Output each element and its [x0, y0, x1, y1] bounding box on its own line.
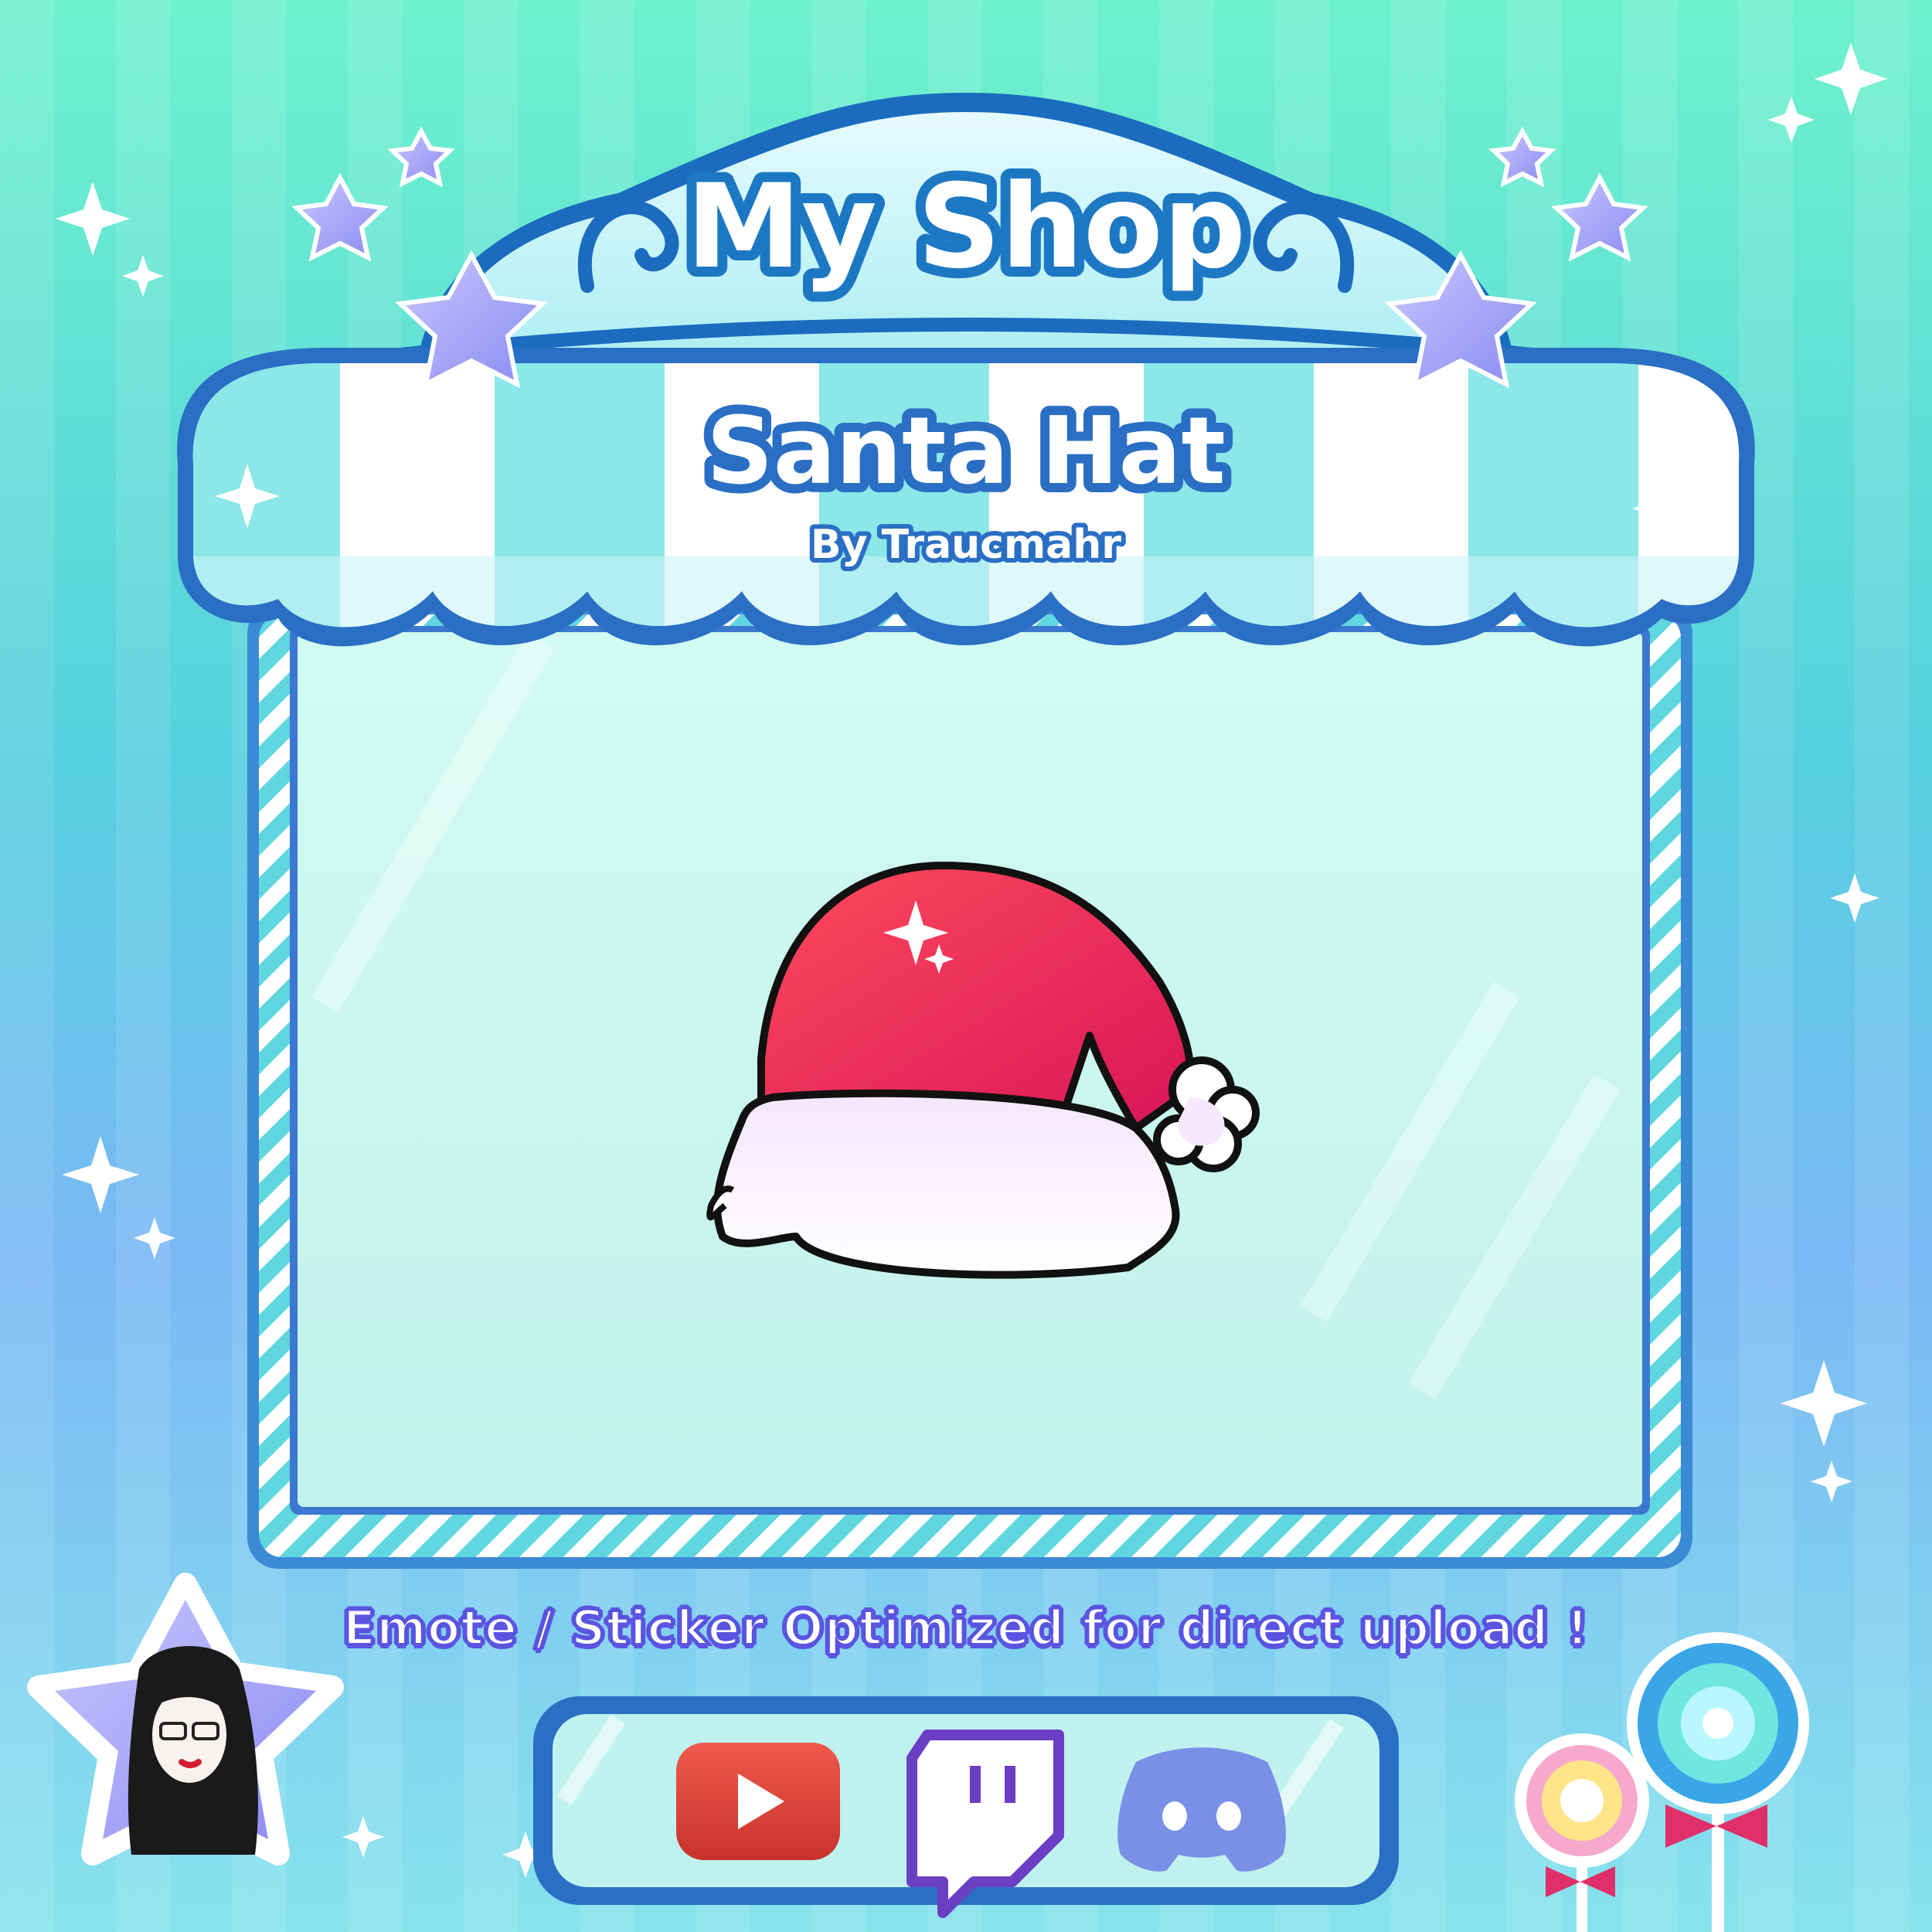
discord-button[interactable] — [1117, 1747, 1286, 1872]
product-title: Santa Hat — [706, 398, 1226, 505]
youtube-button[interactable] — [676, 1743, 840, 1860]
upload-note: Emote / Sticker Optimized for direct upl… — [342, 1598, 1590, 1658]
discord-icon — [1117, 1747, 1286, 1872]
shop-title: My Shop — [686, 160, 1247, 294]
author-credit: By Traucmahr — [811, 522, 1121, 568]
